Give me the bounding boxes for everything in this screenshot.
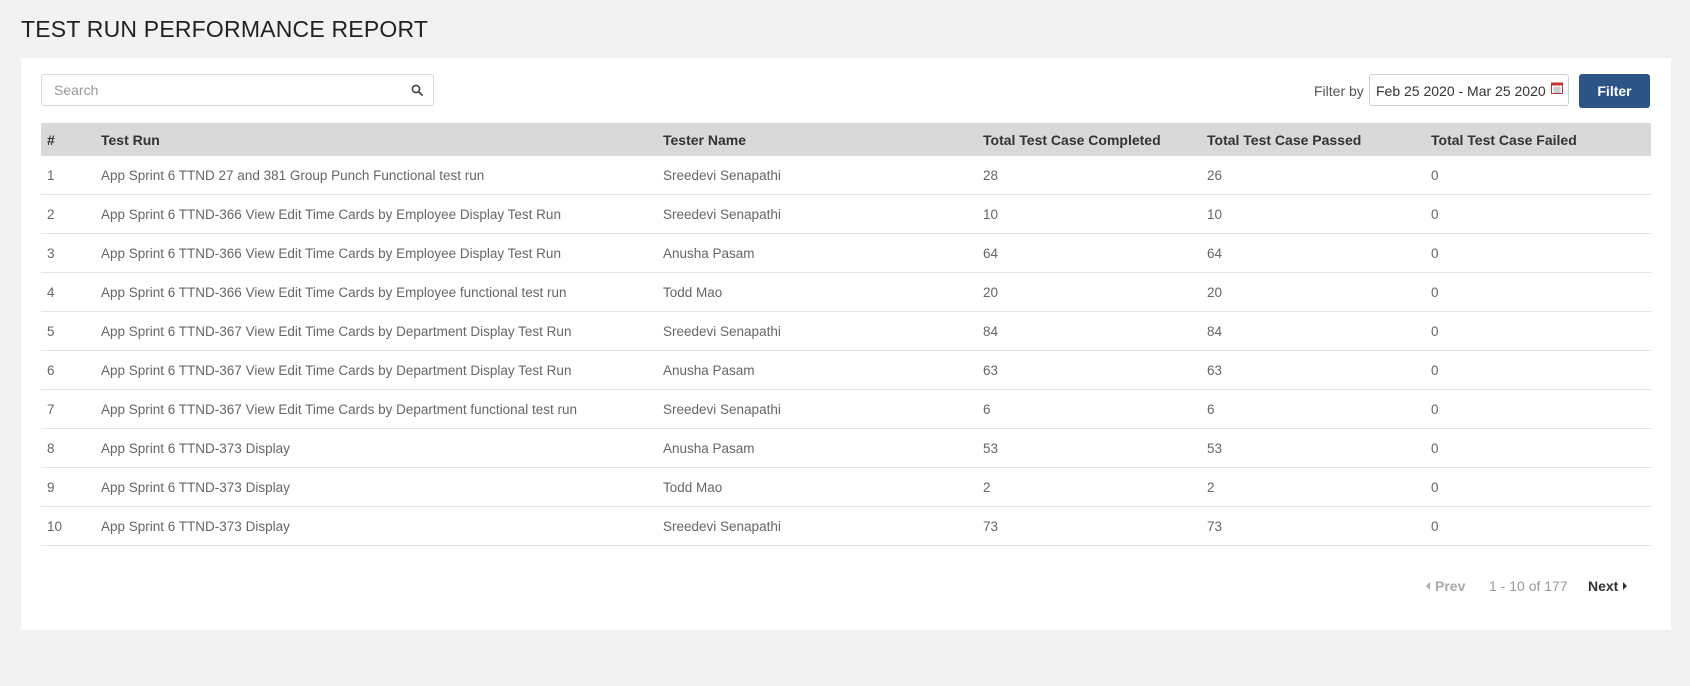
cell-number: 3 bbox=[41, 233, 95, 273]
cell-failed: 0 bbox=[1425, 350, 1651, 390]
cell-failed: 0 bbox=[1425, 389, 1651, 429]
cell-number: 5 bbox=[41, 311, 95, 351]
table-row: 6 App Sprint 6 TTND-367 View Edit Time C… bbox=[41, 350, 1651, 390]
search-box[interactable] bbox=[41, 74, 434, 106]
cell-tester-name: Anusha Pasam bbox=[657, 428, 977, 468]
cell-number: 6 bbox=[41, 350, 95, 390]
cell-passed: 84 bbox=[1201, 311, 1425, 351]
cell-passed: 53 bbox=[1201, 428, 1425, 468]
cell-completed: 28 bbox=[977, 156, 1201, 195]
cell-number: 1 bbox=[41, 156, 95, 195]
cell-passed: 2 bbox=[1201, 467, 1425, 507]
cell-completed: 63 bbox=[977, 350, 1201, 390]
next-label: Next bbox=[1588, 578, 1619, 594]
page-info: 1 - 10 of 177 bbox=[1489, 578, 1568, 594]
cell-tester-name: Todd Mao bbox=[657, 272, 977, 312]
cell-failed: 0 bbox=[1425, 194, 1651, 234]
cell-failed: 0 bbox=[1425, 272, 1651, 312]
column-header-tester-name: Tester Name bbox=[657, 123, 977, 156]
prev-label: Prev bbox=[1435, 578, 1466, 594]
column-header-number: # bbox=[41, 123, 95, 156]
prev-page-button[interactable]: Prev bbox=[1426, 578, 1465, 594]
date-range-value: Feb 25 2020 - Mar 25 2020 bbox=[1376, 83, 1546, 99]
cell-completed: 53 bbox=[977, 428, 1201, 468]
cell-completed: 2 bbox=[977, 467, 1201, 507]
table-row: 7 App Sprint 6 TTND-367 View Edit Time C… bbox=[41, 389, 1651, 429]
cell-tester-name: Sreedevi Senapathi bbox=[657, 311, 977, 351]
cell-passed: 63 bbox=[1201, 350, 1425, 390]
cell-failed: 0 bbox=[1425, 233, 1651, 273]
filter-button[interactable]: Filter bbox=[1579, 74, 1650, 108]
column-header-test-run: Test Run bbox=[95, 123, 657, 156]
cell-passed: 26 bbox=[1201, 156, 1425, 195]
table-row: 2 App Sprint 6 TTND-366 View Edit Time C… bbox=[41, 194, 1651, 234]
table-row: 10 App Sprint 6 TTND-373 Display Sreedev… bbox=[41, 506, 1651, 546]
cell-completed: 20 bbox=[977, 272, 1201, 312]
cell-number: 8 bbox=[41, 428, 95, 468]
cell-failed: 0 bbox=[1425, 156, 1651, 195]
cell-passed: 20 bbox=[1201, 272, 1425, 312]
cell-completed: 64 bbox=[977, 233, 1201, 273]
table-row: 9 App Sprint 6 TTND-373 Display Todd Mao… bbox=[41, 467, 1651, 507]
cell-completed: 6 bbox=[977, 389, 1201, 429]
cell-test-run: App Sprint 6 TTND-367 View Edit Time Car… bbox=[95, 311, 657, 351]
cell-number: 2 bbox=[41, 194, 95, 234]
table-row: 3 App Sprint 6 TTND-366 View Edit Time C… bbox=[41, 233, 1651, 273]
cell-completed: 10 bbox=[977, 194, 1201, 234]
cell-test-run: App Sprint 6 TTND-373 Display bbox=[95, 428, 657, 468]
cell-passed: 10 bbox=[1201, 194, 1425, 234]
cell-number: 9 bbox=[41, 467, 95, 507]
pagination: Prev 1 - 10 of 177 Next bbox=[21, 578, 1671, 598]
caret-left-icon bbox=[1426, 582, 1430, 590]
cell-passed: 73 bbox=[1201, 506, 1425, 546]
cell-test-run: App Sprint 6 TTND-367 View Edit Time Car… bbox=[95, 350, 657, 390]
cell-failed: 0 bbox=[1425, 467, 1651, 507]
cell-passed: 64 bbox=[1201, 233, 1425, 273]
table-row: 4 App Sprint 6 TTND-366 View Edit Time C… bbox=[41, 272, 1651, 312]
column-header-completed: Total Test Case Completed bbox=[977, 123, 1201, 156]
cell-test-run: App Sprint 6 TTND-366 View Edit Time Car… bbox=[95, 272, 657, 312]
report-table: # Test Run Tester Name Total Test Case C… bbox=[41, 123, 1651, 546]
cell-tester-name: Sreedevi Senapathi bbox=[657, 194, 977, 234]
cell-number: 7 bbox=[41, 389, 95, 429]
cell-tester-name: Sreedevi Senapathi bbox=[657, 389, 977, 429]
filter-label: Filter by bbox=[1314, 83, 1364, 99]
cell-failed: 0 bbox=[1425, 428, 1651, 468]
cell-completed: 73 bbox=[977, 506, 1201, 546]
calendar-icon[interactable] bbox=[1551, 82, 1563, 94]
cell-passed: 6 bbox=[1201, 389, 1425, 429]
table-row: 8 App Sprint 6 TTND-373 Display Anusha P… bbox=[41, 428, 1651, 468]
page-title: TEST RUN PERFORMANCE REPORT bbox=[21, 16, 429, 42]
search-input[interactable] bbox=[42, 75, 396, 105]
search-icon[interactable] bbox=[411, 84, 423, 96]
cell-failed: 0 bbox=[1425, 506, 1651, 546]
cell-tester-name: Anusha Pasam bbox=[657, 233, 977, 273]
cell-tester-name: Todd Mao bbox=[657, 467, 977, 507]
cell-number: 4 bbox=[41, 272, 95, 312]
cell-tester-name: Sreedevi Senapathi bbox=[657, 156, 977, 195]
table-row: 5 App Sprint 6 TTND-367 View Edit Time C… bbox=[41, 311, 1651, 351]
column-header-failed: Total Test Case Failed bbox=[1425, 123, 1651, 156]
cell-test-run: App Sprint 6 TTND-367 View Edit Time Car… bbox=[95, 389, 657, 429]
cell-test-run: App Sprint 6 TTND-366 View Edit Time Car… bbox=[95, 194, 657, 234]
cell-test-run: App Sprint 6 TTND 27 and 381 Group Punch… bbox=[95, 156, 657, 195]
table-header-row: # Test Run Tester Name Total Test Case C… bbox=[41, 123, 1651, 156]
next-page-button[interactable]: Next bbox=[1588, 578, 1628, 594]
cell-completed: 84 bbox=[977, 311, 1201, 351]
caret-right-icon bbox=[1623, 582, 1628, 590]
cell-test-run: App Sprint 6 TTND-373 Display bbox=[95, 467, 657, 507]
table-row: 1 App Sprint 6 TTND 27 and 381 Group Pun… bbox=[41, 156, 1651, 195]
cell-test-run: App Sprint 6 TTND-373 Display bbox=[95, 506, 657, 546]
cell-number: 10 bbox=[41, 506, 95, 546]
report-card: Filter by Feb 25 2020 - Mar 25 2020 Filt… bbox=[21, 58, 1671, 630]
cell-tester-name: Anusha Pasam bbox=[657, 350, 977, 390]
column-header-passed: Total Test Case Passed bbox=[1201, 123, 1425, 156]
cell-tester-name: Sreedevi Senapathi bbox=[657, 506, 977, 546]
date-range-field[interactable]: Feb 25 2020 - Mar 25 2020 bbox=[1369, 74, 1569, 106]
cell-failed: 0 bbox=[1425, 311, 1651, 351]
cell-test-run: App Sprint 6 TTND-366 View Edit Time Car… bbox=[95, 233, 657, 273]
